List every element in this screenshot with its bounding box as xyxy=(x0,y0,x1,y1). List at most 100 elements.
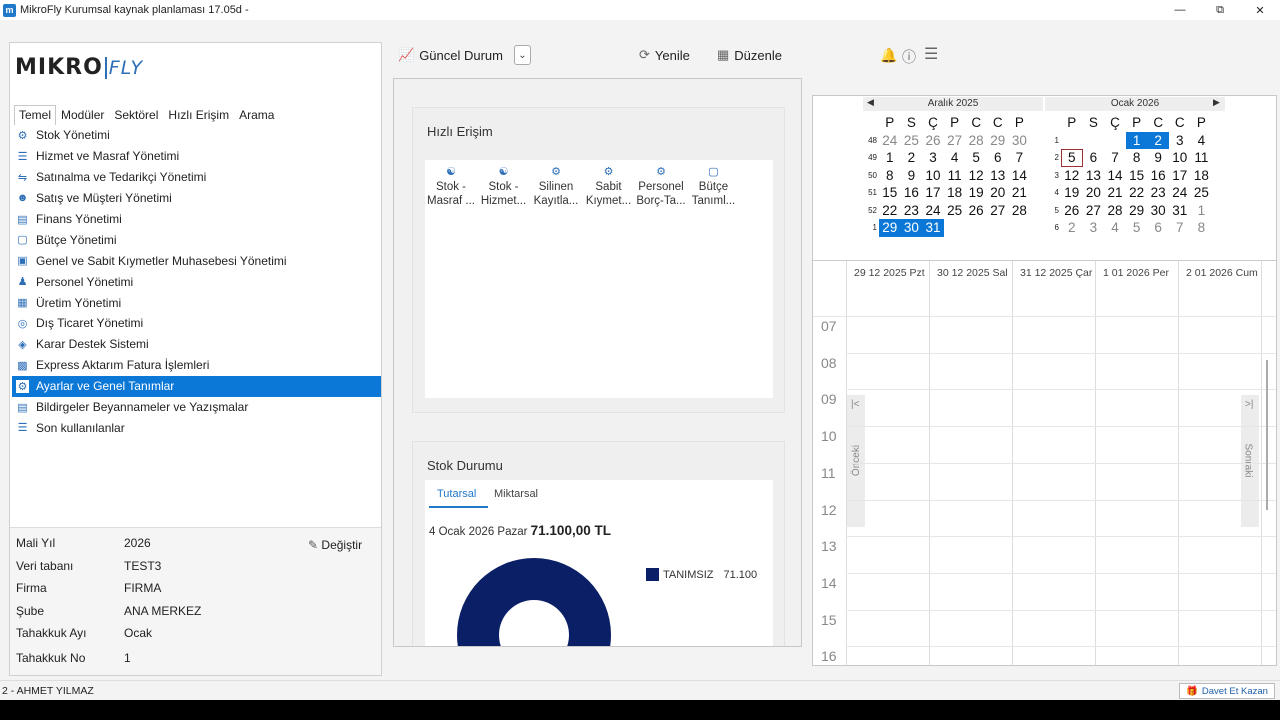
calendar-day[interactable]: 3 xyxy=(922,149,944,167)
tab-miktarsal[interactable]: Miktarsal xyxy=(494,488,538,500)
calendar-day[interactable]: 26 xyxy=(965,202,987,220)
calendar-day[interactable]: 1 xyxy=(1125,131,1148,149)
invite-button[interactable]: 🎁 Davet Et Kazan xyxy=(1179,683,1275,699)
chevron-down-icon[interactable]: ⌄ xyxy=(514,45,531,65)
calendar-day[interactable]: 2 xyxy=(1061,219,1083,237)
menu-item[interactable]: ▤ Finans Yönetimi xyxy=(12,209,381,230)
calendar-day[interactable]: 25 xyxy=(901,132,923,150)
calendar-day[interactable]: 26 xyxy=(922,132,944,150)
prev-week-button[interactable]: |< Önceki xyxy=(847,395,865,527)
tab-hizli-erisim[interactable]: Hızlı Erişim xyxy=(163,105,234,125)
prev-month-icon[interactable]: ◀ xyxy=(867,97,874,108)
status-view-selector[interactable]: 📈 Güncel Durum xyxy=(398,47,503,63)
refresh-button[interactable]: ⟳ Yenile xyxy=(639,47,690,63)
calendar-day[interactable]: 16 xyxy=(901,184,923,202)
close-button[interactable]: ✕ xyxy=(1240,0,1280,20)
calendar-day[interactable]: 3 xyxy=(1169,132,1191,150)
calendar-day[interactable]: 24 xyxy=(879,132,901,150)
calendar-day[interactable]: 8 xyxy=(879,167,901,185)
calendar-day[interactable]: 30 xyxy=(1009,132,1031,150)
calendar-day[interactable]: 28 xyxy=(1104,202,1126,220)
calendar-day[interactable]: 23 xyxy=(901,202,923,220)
calendar-day[interactable]: 10 xyxy=(922,167,944,185)
calendar-day[interactable]: 24 xyxy=(922,202,944,220)
calendar-day[interactable]: 9 xyxy=(1147,149,1169,167)
calendar-day[interactable]: 22 xyxy=(1126,184,1148,202)
calendar-day[interactable]: 21 xyxy=(1104,184,1126,202)
menu-item[interactable]: ▢ Bütçe Yönetimi xyxy=(12,229,381,250)
calendar-day[interactable]: 21 xyxy=(1009,184,1031,202)
calendar-day[interactable]: 11 xyxy=(1191,149,1213,167)
calendar-day[interactable]: 4 xyxy=(944,149,966,167)
change-button[interactable]: ✎ Değiştir xyxy=(308,538,362,552)
calendar-day[interactable]: 5 xyxy=(965,149,987,167)
calendar-day[interactable]: 16 xyxy=(1147,167,1169,185)
calendar-day[interactable]: 9 xyxy=(901,167,923,185)
menu-item[interactable]: ▦ Üretim Yönetimi xyxy=(12,292,381,313)
calendar-day[interactable]: 1 xyxy=(1191,202,1213,220)
minimize-button[interactable]: — xyxy=(1160,0,1200,20)
calendar-day[interactable]: 19 xyxy=(965,184,987,202)
menu-item[interactable]: ☻ Satış ve Müşteri Yönetimi xyxy=(12,188,381,209)
calendar-day[interactable]: 5 xyxy=(1061,149,1083,167)
tab-temel[interactable]: Temel xyxy=(14,105,57,125)
calendar-day[interactable]: 15 xyxy=(1126,167,1148,185)
calendar-day[interactable]: 17 xyxy=(922,184,944,202)
menu-item[interactable]: ☰ Son kullanılanlar xyxy=(12,417,381,438)
menu-item[interactable]: ⚙ Ayarlar ve Genel Tanımlar xyxy=(12,375,381,397)
tab-tutarsal[interactable]: Tutarsal xyxy=(437,488,476,500)
menu-item[interactable]: ▤ Bildirgeler Beyannameler ve Yazışmalar xyxy=(12,397,381,418)
menu-item[interactable]: ◎ Dış Ticaret Yönetimi xyxy=(12,313,381,334)
quick-access-item[interactable]: ☯ Stok - Masraf ... xyxy=(425,165,477,208)
calendar-day[interactable]: 29 xyxy=(987,132,1009,150)
calendar-day[interactable]: 8 xyxy=(1191,219,1213,237)
calendar-day[interactable]: 28 xyxy=(1009,202,1031,220)
calendar-day[interactable]: 3 xyxy=(1083,219,1105,237)
calendar-day[interactable]: 18 xyxy=(944,184,966,202)
bell-icon[interactable]: 🔔 xyxy=(880,47,897,64)
calendar-day[interactable]: 23 xyxy=(1147,184,1169,202)
calendar-day[interactable]: 31 xyxy=(922,219,944,237)
calendar-day[interactable]: 27 xyxy=(987,202,1009,220)
calendar-day[interactable]: 2 xyxy=(1147,131,1169,149)
calendar-day[interactable]: 8 xyxy=(1126,149,1148,167)
calendar-day[interactable]: 17 xyxy=(1169,167,1191,185)
calendar-day[interactable]: 27 xyxy=(944,132,966,150)
calendar-day[interactable]: 12 xyxy=(965,167,987,185)
calendar-day[interactable]: 20 xyxy=(1083,184,1105,202)
quick-access-item[interactable]: ⚙ Personel Borç-Ta... xyxy=(635,165,687,208)
calendar-day[interactable]: 1 xyxy=(879,149,901,167)
calendar-day[interactable]: 28 xyxy=(965,132,987,150)
calendar-day[interactable]: 6 xyxy=(987,149,1009,167)
calendar-day[interactable]: 15 xyxy=(879,184,901,202)
menu-item[interactable]: ▣ Genel ve Sabit Kıymetler Muhasebesi Yön… xyxy=(12,250,381,271)
calendar-day[interactable]: 29 xyxy=(1126,202,1148,220)
menu-item[interactable]: ⚙ Stok Yönetimi xyxy=(12,125,381,146)
tab-arama[interactable]: Arama xyxy=(234,105,279,125)
calendar-day[interactable]: 20 xyxy=(987,184,1009,202)
calendar-day[interactable]: 19 xyxy=(1061,184,1083,202)
calendar-day[interactable]: 5 xyxy=(1126,219,1148,237)
calendar-day[interactable]: 25 xyxy=(1191,184,1213,202)
calendar-day[interactable]: 27 xyxy=(1083,202,1105,220)
calendar-day[interactable]: 13 xyxy=(987,167,1009,185)
calendar-day[interactable]: 13 xyxy=(1083,167,1105,185)
calendar-day[interactable]: 18 xyxy=(1191,167,1213,185)
quick-access-item[interactable]: ▢ Bütçe Tanıml... xyxy=(688,165,740,208)
next-month-icon[interactable]: ▶ xyxy=(1213,97,1220,108)
menu-item[interactable]: ⇋ Satınalma ve Tedarikçi Yönetimi xyxy=(12,167,381,188)
calendar-day[interactable]: 31 xyxy=(1169,202,1191,220)
calendar-day[interactable]: 2 xyxy=(901,149,923,167)
calendar-day[interactable]: 7 xyxy=(1104,149,1126,167)
calendar-day[interactable]: 10 xyxy=(1169,149,1191,167)
menu-item[interactable]: ☰ Hizmet ve Masraf Yönetimi xyxy=(12,146,381,167)
calendar-day[interactable]: 12 xyxy=(1061,167,1083,185)
tab-moduler[interactable]: Modüler xyxy=(56,105,109,125)
calendar-day[interactable]: 14 xyxy=(1104,167,1126,185)
calendar-day[interactable]: 4 xyxy=(1191,132,1213,150)
calendar-day[interactable]: 29 xyxy=(879,219,901,237)
restore-button[interactable]: ⧉ xyxy=(1200,0,1240,20)
menu-icon[interactable]: ☰ xyxy=(924,44,938,64)
calendar-day[interactable]: 11 xyxy=(944,167,966,185)
quick-access-item[interactable]: ☯ Stok - Hizmet... xyxy=(478,165,530,208)
